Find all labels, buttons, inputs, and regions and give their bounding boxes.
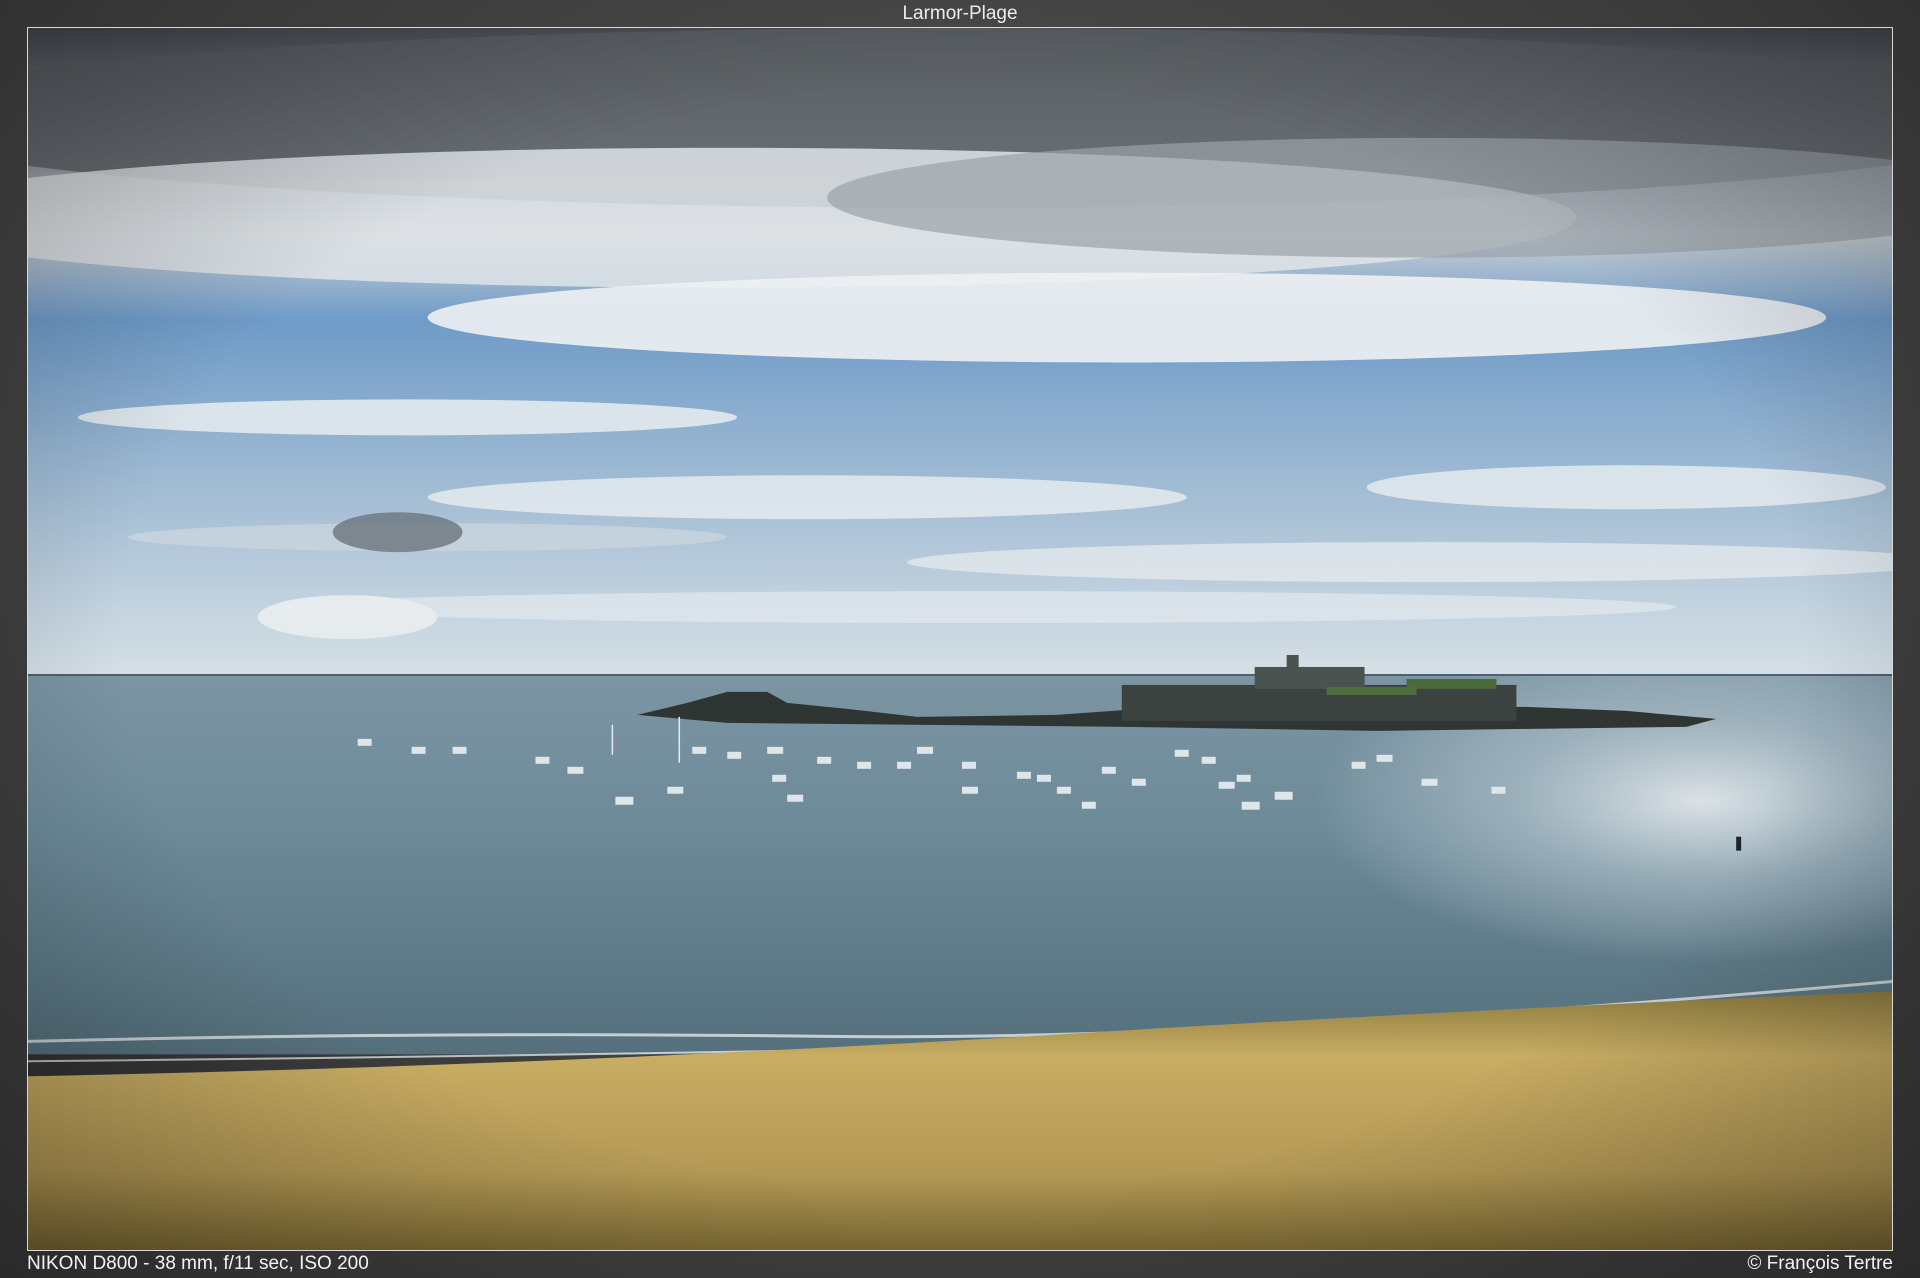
- vignette: [28, 28, 1892, 1250]
- photo-image: [27, 27, 1893, 1251]
- landscape-photo: [28, 28, 1892, 1250]
- copyright-caption: © François Tertre: [1747, 1253, 1893, 1274]
- exif-caption: NIKON D800 - 38 mm, f/11 sec, ISO 200: [27, 1253, 369, 1274]
- photo-title: Larmor-Plage: [902, 3, 1018, 24]
